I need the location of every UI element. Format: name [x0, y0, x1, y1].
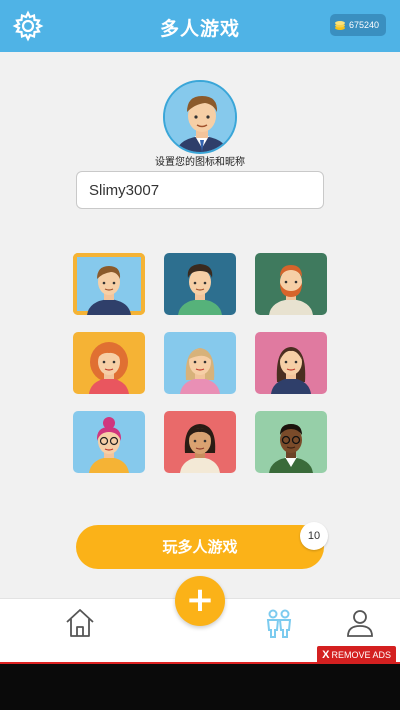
- profile-icon[interactable]: [343, 606, 377, 640]
- nickname-input[interactable]: [76, 171, 324, 209]
- avatar-woman-blonde-icon: [164, 332, 236, 394]
- home-icon[interactable]: [63, 606, 97, 640]
- avatar-nickname-label: 设置您的图标和昵称: [155, 157, 245, 168]
- avatar-man-glasses-dark-skin-icon: [255, 411, 327, 473]
- close-icon: X: [322, 649, 330, 661]
- multiplayer-icon[interactable]: [262, 606, 296, 640]
- avatar-option-3[interactable]: [255, 253, 327, 315]
- avatar-option-2[interactable]: [164, 253, 236, 315]
- remove-ads-button[interactable]: X REMOVE ADS: [317, 646, 396, 664]
- avatar-woman-pink-hair-glasses-icon: [73, 411, 145, 473]
- remove-ads-label: REMOVE ADS: [331, 650, 391, 660]
- avatar-man-curly-hair-icon: [164, 253, 236, 315]
- add-icon: +: [185, 580, 215, 620]
- avatar-woman-red-curly-icon: [73, 332, 145, 394]
- avatar-man-brown-hair-icon: [73, 253, 145, 315]
- play-count-badge: 10: [300, 522, 328, 550]
- play-multiplayer-button[interactable]: 玩多人游戏: [76, 525, 324, 569]
- coin-balance: 675240: [330, 14, 386, 36]
- avatar-option-1[interactable]: [73, 253, 145, 315]
- avatar-option-6[interactable]: [255, 332, 327, 394]
- avatar-option-9[interactable]: [255, 411, 327, 473]
- avatar-woman-brown-hair-icon: [255, 332, 327, 394]
- avatar-option-8[interactable]: [164, 411, 236, 473]
- avatar-man-red-beard-icon: [255, 253, 327, 315]
- ad-banner: [0, 662, 400, 710]
- avatar-option-5[interactable]: [164, 332, 236, 394]
- top-bar: 多人游戏 675240: [0, 0, 400, 52]
- current-avatar[interactable]: [163, 80, 237, 154]
- coin-count: 675240: [349, 20, 380, 30]
- avatar-woman-dark-hair-icon: [164, 411, 236, 473]
- avatar-man-brown-hair-icon: [165, 82, 235, 152]
- coins-icon: [335, 21, 345, 30]
- avatar-option-7[interactable]: [73, 411, 145, 473]
- add-button[interactable]: +: [175, 576, 225, 626]
- avatar-option-4[interactable]: [73, 332, 145, 394]
